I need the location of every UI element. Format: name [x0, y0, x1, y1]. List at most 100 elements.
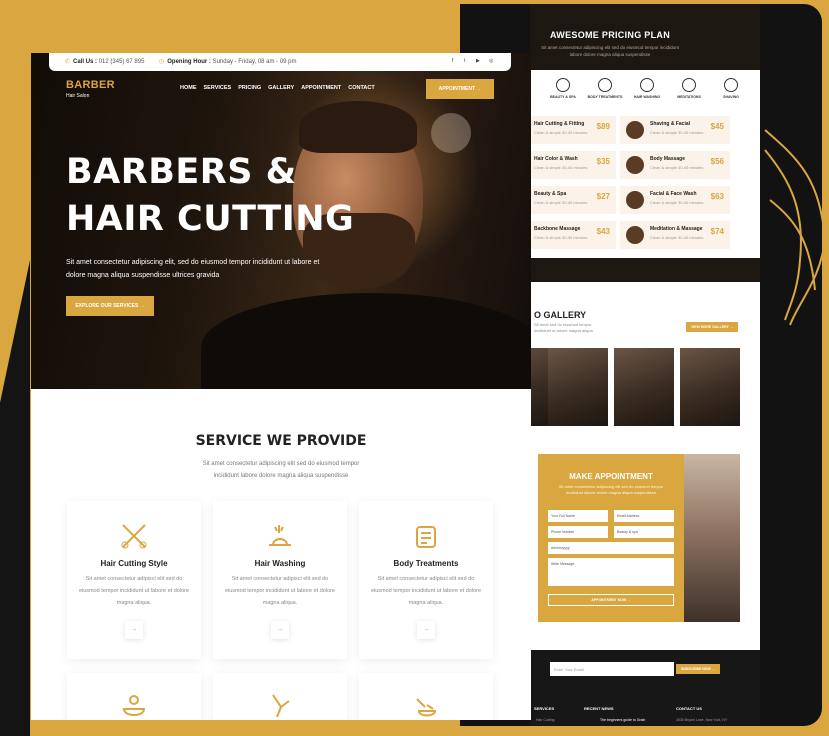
service-thumbnail: [626, 191, 644, 209]
whatsapp-icon[interactable]: ◎: [489, 58, 493, 64]
price-item: Shaving & Facial Clean & simple 30-40 min…: [620, 116, 730, 144]
footer-news-link[interactable]: The beginners guide to Grain: [600, 718, 645, 722]
footer-service-link[interactable]: Hair Cutting: [536, 718, 554, 722]
date-field[interactable]: dd/mm/yyyy: [548, 542, 674, 554]
service-card-hair-cutting[interactable]: Hair Cutting Style Sit amet consectetur …: [67, 501, 201, 659]
youtube-icon[interactable]: ▶: [476, 58, 480, 64]
twitter-icon[interactable]: t: [464, 58, 465, 64]
category-body-treatments[interactable]: BODY TREATMENTS: [584, 78, 626, 106]
treatment-icon: [416, 526, 436, 548]
service-card[interactable]: [213, 673, 347, 720]
subscribe-button[interactable]: SUBSCRIBE NOW →: [676, 664, 720, 674]
nav-services[interactable]: SERVICES: [204, 85, 232, 91]
price-item: Hair Cutting & Fitting Clean & simple 30-…: [530, 116, 616, 144]
gallery-image[interactable]: [614, 348, 674, 426]
front-page-preview: ✆ Call Us : 012 (345) 67 895 ◷ Opening Hou…: [31, 53, 531, 720]
gallery-image[interactable]: [680, 348, 740, 426]
appointment-subtitle: Sit amet consectetur adipiscing elit sed…: [558, 484, 664, 495]
arrow-right-icon[interactable]: →: [125, 621, 143, 639]
pricing-title: AWESOME PRICING PLAN: [549, 30, 670, 40]
full-name-field[interactable]: Your Full Name: [548, 510, 608, 522]
service-card-hair-washing[interactable]: Hair Washing Sit amet consectetur adipis…: [213, 501, 347, 659]
top-info-bar: ✆ Call Us : 012 (345) 67 895 ◷ Opening Hou…: [49, 53, 511, 71]
price-item: Beauty & Spa Clean & simple 30-40 minutes…: [530, 186, 616, 214]
services-title: SERVICE WE PROVIDE: [195, 433, 367, 449]
price-item: Backbone Massage Clean & simple 30-40 min…: [530, 221, 616, 249]
clock-icon: ◷: [159, 59, 165, 65]
herbal-bowl-icon: [122, 695, 146, 716]
appointment-form: MAKE APPOINTMENT Sit amet consectetur ad…: [538, 454, 684, 622]
meditations-icon: [682, 78, 696, 92]
beauty-spa-icon: [556, 78, 570, 92]
decorative-ornament-icon: [764, 129, 827, 326]
message-field[interactable]: Write Message: [548, 558, 674, 586]
category-shaving[interactable]: SHAVING: [710, 78, 752, 106]
phone-icon: ✆: [65, 59, 71, 65]
footer-contact-address: 3536 Bryant Lane, New York, NY: [676, 718, 728, 722]
logo[interactable]: BARBER: [66, 79, 115, 91]
facebook-icon[interactable]: f: [452, 58, 453, 64]
arrow-right-icon[interactable]: →: [271, 621, 289, 639]
services-subtitle: Sit amet consectetur adipiscing elit sed…: [202, 461, 360, 479]
category-beauty-spa[interactable]: BEAUTY & SPA: [542, 78, 584, 106]
email-field[interactable]: Email Address: [614, 510, 674, 522]
nav-pricing[interactable]: PRICING: [238, 85, 261, 91]
explore-services-button[interactable]: EXPLORE OUR SERVICES →: [66, 296, 154, 316]
hero-title: BARBERS & HAIR CUTTING: [66, 152, 355, 239]
gallery-subtitle: Sit amet sed do eiusmod tempor incididun…: [534, 322, 593, 333]
view-gallery-button[interactable]: VIEW MORE GALLERY →: [686, 322, 738, 332]
footer-heading-services: SERVICES: [534, 706, 555, 711]
service-name: Body Treatments: [393, 559, 459, 568]
shaving-icon: [724, 78, 738, 92]
service-card-body-treatments[interactable]: Body Treatments Sit amet consectetur adi…: [359, 501, 493, 659]
phone-field[interactable]: Phone Number: [548, 526, 608, 538]
pricing-subtitle: Sit amet consectetur adipiscing elit sed…: [541, 45, 679, 57]
service-name: Hair Washing: [254, 559, 306, 568]
appointment-now-button[interactable]: APPOINTMENT NOW →: [548, 594, 674, 606]
service-desc: Sit amet consectetur adipisci elit sed d…: [224, 576, 336, 606]
gallery-title: O GALLERY: [534, 310, 587, 320]
service-name: Hair Cutting Style: [100, 559, 168, 568]
opening-hours: ◷ Opening Hour : Sunday - Friday, 08 am -…: [159, 59, 297, 65]
service-desc: Sit amet consectetur adipisci elit sed d…: [78, 576, 190, 606]
appointment-section: MAKE APPOINTMENT Sit amet consectetur ad…: [530, 450, 760, 650]
body-treatments-icon: [598, 78, 612, 92]
razor-icon: [272, 694, 290, 718]
gallery-image[interactable]: [530, 348, 550, 426]
back-page-preview: AWESOME PRICING PLAN Sit amet consectetu…: [530, 4, 760, 726]
footer-heading-news: RECENT NEWS: [584, 706, 614, 711]
service-card[interactable]: [359, 673, 493, 720]
main-nav: HOME SERVICES PRICING GALLERY APPOINTMEN…: [180, 85, 375, 91]
nav-gallery[interactable]: GALLERY: [268, 85, 294, 91]
service-desc: Sit amet consectetur adipisci elit sed d…: [370, 576, 482, 606]
pricing-card: BEAUTY & SPA BODY TREATMENTS HAIR WASHIN…: [530, 70, 760, 258]
nav-appointment[interactable]: APPOINTMENT: [301, 85, 341, 91]
hero-light: [431, 113, 471, 153]
header-appointment-button[interactable]: APPOINTMENT →: [426, 79, 494, 99]
category-meditations[interactable]: MEDITATIONS: [668, 78, 710, 106]
price-item: Meditation & Massage Clean & simple 30-40…: [620, 221, 730, 249]
hero-model-hair: [299, 101, 417, 153]
service-select[interactable]: Beauty & spa: [614, 526, 674, 538]
price-item: Hair Color & Wash Clean & simple 30-40 mi…: [530, 151, 616, 179]
newsletter-input[interactable]: Enter Your Email: [550, 662, 674, 676]
arrow-right-icon[interactable]: →: [417, 621, 435, 639]
nav-contact[interactable]: CONTACT: [348, 85, 374, 91]
hair-washing-icon: [640, 78, 654, 92]
nav-home[interactable]: HOME: [180, 85, 197, 91]
hero-cape: [201, 293, 531, 389]
service-card[interactable]: [67, 673, 201, 720]
footer-section: Enter Your Email SUBSCRIBE NOW → SERVICE…: [530, 650, 760, 726]
logo-subtitle: Hair Salon: [66, 93, 90, 99]
hero-text: Sit amet consectetur adipiscing elit, se…: [66, 259, 320, 279]
gallery-image[interactable]: [548, 348, 608, 426]
call-info[interactable]: ✆ Call Us : 012 (345) 67 895: [65, 58, 144, 65]
service-thumbnail: [626, 156, 644, 174]
category-hair-washing[interactable]: HAIR WASHING: [626, 78, 668, 106]
pricing-categories: BEAUTY & SPA BODY TREATMENTS HAIR WASHIN…: [530, 78, 760, 106]
hair-wash-icon: [269, 525, 291, 546]
price-item: Facial & Face Wash Clean & simple 30-40 m…: [620, 186, 730, 214]
pricing-section: AWESOME PRICING PLAN Sit amet consectetu…: [530, 4, 760, 282]
gallery-section: O GALLERY Sit amet sed do eiusmod tempor…: [530, 282, 760, 450]
barber-photo: [684, 454, 740, 622]
